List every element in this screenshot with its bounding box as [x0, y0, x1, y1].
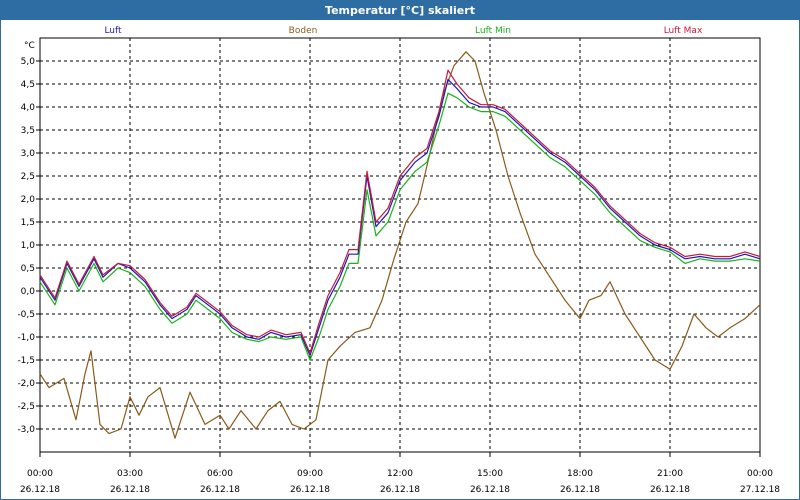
- legend-luft-min: Luft Min: [475, 26, 511, 36]
- x-tick-date: 26.12.18: [200, 485, 240, 495]
- x-tick-time: 03:00: [117, 469, 143, 479]
- y-tick-label: 2,0: [21, 195, 36, 205]
- x-tick-date: 26.12.18: [560, 485, 600, 495]
- y-tick-label: 4,5: [21, 80, 35, 90]
- x-tick-time: 00:00: [27, 469, 53, 479]
- x-tick-time: 09:00: [297, 469, 323, 479]
- y-tick-label: -2,5: [17, 402, 35, 412]
- x-tick-date: 26.12.18: [470, 485, 510, 495]
- y-tick-label: 1,5: [21, 218, 35, 228]
- x-tick-time: 12:00: [387, 469, 413, 479]
- y-tick-label: -3,0: [17, 425, 35, 435]
- x-tick-time: 18:00: [567, 469, 593, 479]
- y-tick-label: 0,0: [21, 287, 36, 297]
- x-tick-date: 27.12.18: [740, 485, 780, 495]
- y-tick-label: 3,5: [21, 126, 35, 136]
- x-tick-date: 26.12.18: [290, 485, 330, 495]
- y-tick-label: 1,0: [21, 241, 36, 251]
- x-tick-date: 26.12.18: [110, 485, 150, 495]
- temperature-chart: -3,0 -2,5 -2,0 -1,5 -1,0 -0,5 0,0 0,5 1,0 1,5 2,0 2…: [17, 26, 780, 495]
- x-tick-time: 06:00: [207, 469, 233, 479]
- y-tick-label: -1,5: [17, 356, 35, 366]
- y-tick-label: 0,5: [21, 264, 35, 274]
- x-tick-time: 15:00: [477, 469, 503, 479]
- y-tick-label: 5,0: [21, 57, 36, 67]
- legend-boden: Boden: [289, 26, 318, 36]
- x-tick-time: 00:00: [747, 469, 773, 479]
- legend-luft: Luft: [104, 26, 122, 36]
- x-tick-time: 21:00: [657, 469, 683, 479]
- x-tick-date: 26.12.18: [650, 485, 690, 495]
- y-tick-label: -0,5: [17, 310, 35, 320]
- x-tick-date: 26.12.18: [20, 485, 60, 495]
- x-tick-date: 26.12.18: [380, 485, 420, 495]
- y-tick-label: -1,0: [17, 333, 35, 343]
- y-axis-label: °C: [24, 41, 35, 51]
- y-tick-label: 2,5: [21, 172, 35, 182]
- y-tick-label: 3,0: [21, 149, 36, 159]
- y-tick-label: -2,0: [17, 379, 35, 389]
- legend-luft-max: Luft Max: [664, 26, 703, 36]
- y-tick-label: 4,0: [21, 103, 36, 113]
